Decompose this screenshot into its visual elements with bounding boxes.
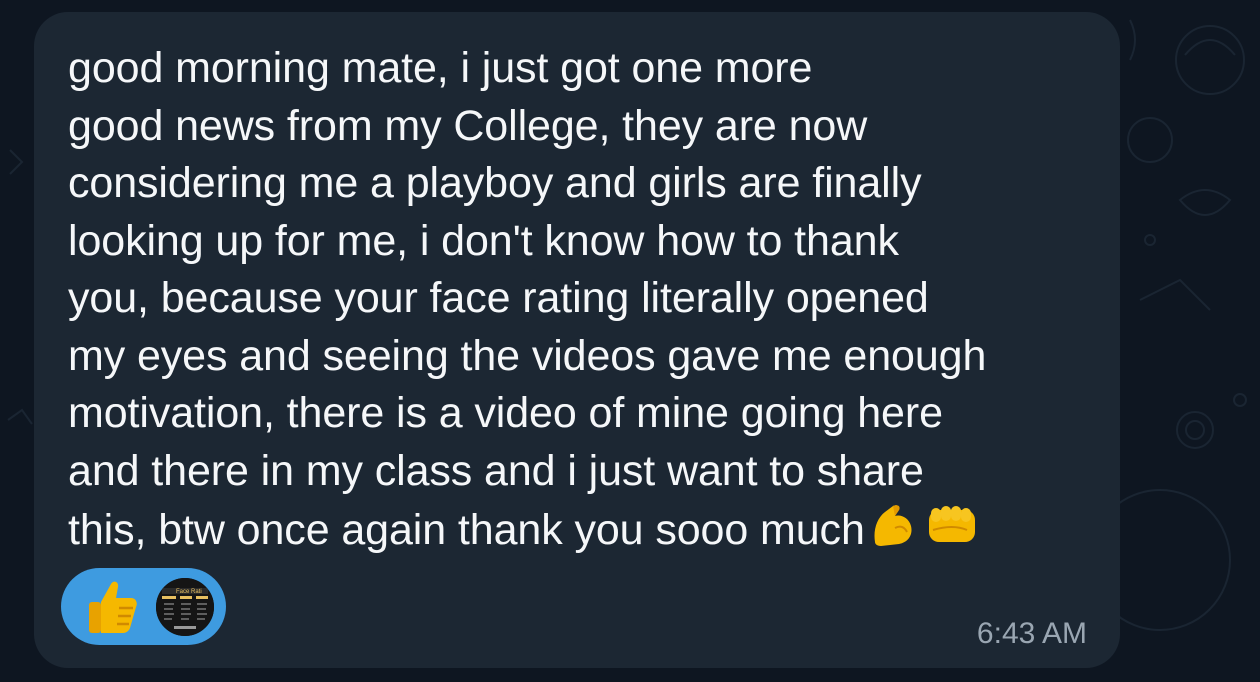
oncoming-fist-icon xyxy=(925,500,979,564)
avatar-label: Face Rati xyxy=(176,589,202,595)
reactor-avatar[interactable]: Face Rati xyxy=(154,576,216,638)
flexed-biceps-icon xyxy=(869,500,921,564)
message-body: good morning mate, i just got one more g… xyxy=(68,44,987,554)
reaction-thumbs-up-button[interactable]: Face Rati xyxy=(61,568,226,645)
message-text: good morning mate, i just got one more g… xyxy=(68,40,1108,564)
message-timestamp: 6:43 AM xyxy=(976,617,1087,650)
thumbs-up-icon xyxy=(83,578,141,636)
message-bubble[interactable]: good morning mate, i just got one more g… xyxy=(34,12,1120,668)
